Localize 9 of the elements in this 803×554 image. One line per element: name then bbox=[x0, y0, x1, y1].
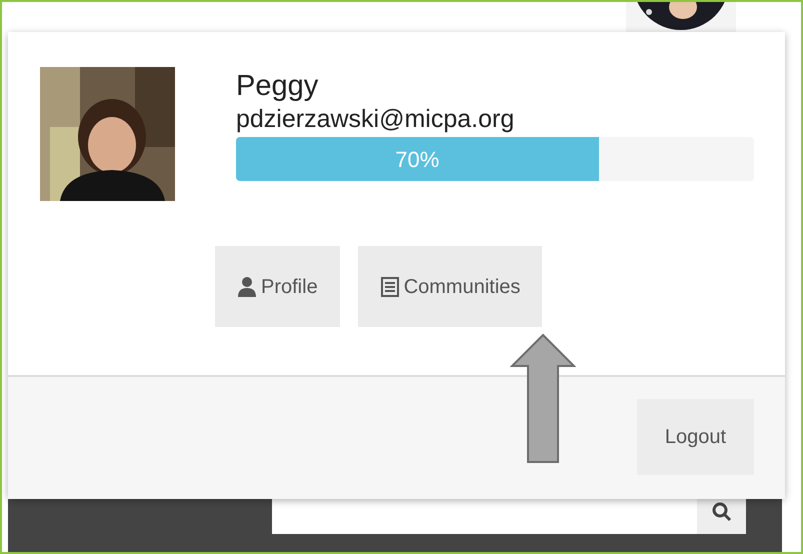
user-name: Peggy bbox=[236, 69, 320, 103]
logout-button[interactable]: Logout bbox=[637, 399, 754, 475]
profile-button[interactable]: Profile bbox=[215, 246, 340, 327]
progress-reading: 70% bbox=[395, 146, 440, 174]
user-email: pdzierzawski@micpa.org bbox=[236, 104, 516, 135]
search-icon bbox=[712, 502, 732, 522]
person-icon bbox=[237, 276, 257, 298]
communities-button[interactable]: Communities bbox=[358, 246, 542, 327]
list-icon bbox=[380, 276, 400, 298]
